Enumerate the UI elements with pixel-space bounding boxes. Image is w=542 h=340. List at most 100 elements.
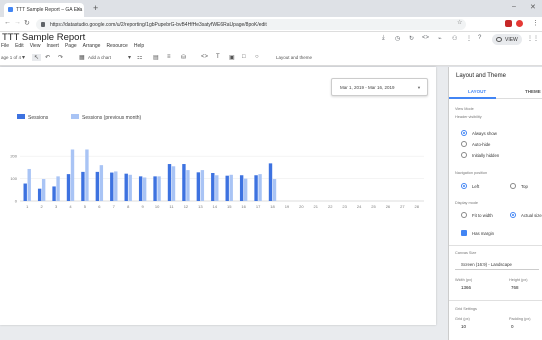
embed-icon[interactable]: <> [422, 35, 429, 41]
refresh-icon[interactable]: ↻ [409, 35, 414, 42]
x-tick-label: 5 [84, 204, 87, 209]
page-indicator[interactable]: age 1 of 4 [1, 55, 21, 60]
radio-initially-hidden[interactable] [461, 152, 467, 158]
layout-theme-button[interactable]: Layout and theme [276, 55, 312, 60]
x-tick-label: 1 [26, 204, 29, 209]
width-input[interactable]: 1366 [461, 285, 471, 290]
radio-fit-to-width[interactable] [461, 212, 467, 218]
eye-icon [496, 37, 502, 42]
bar-previous-month [142, 177, 147, 201]
url-field[interactable]: https://datastudio.google.com/u/2/report… [36, 19, 466, 30]
menu-arrange[interactable]: Arrange [83, 43, 101, 49]
browser-menu-icon[interactable]: ⋮ [532, 19, 539, 27]
view-mode-label: View Mode [455, 107, 474, 111]
x-tick-label: 10 [155, 204, 160, 209]
x-tick-label: 27 [400, 204, 405, 209]
data-control-icon[interactable]: ⛁ [181, 54, 186, 61]
profile-avatar-icon[interactable] [516, 20, 523, 27]
menu-resource[interactable]: Resource [106, 43, 127, 49]
grid-size-input[interactable]: 10 [461, 324, 466, 329]
bar-sessions [138, 176, 143, 201]
tab-theme[interactable]: THEME [525, 89, 541, 94]
select-pointer-icon[interactable]: ↖ [32, 54, 42, 61]
download-icon[interactable]: ⤓ [382, 35, 385, 42]
x-tick-label: 23 [342, 204, 347, 209]
rectangle-icon[interactable]: □ [242, 54, 246, 60]
filter-control-icon[interactable]: ≡ [167, 54, 171, 60]
share-user-icon[interactable]: ⚇ [452, 35, 457, 42]
bar-sessions [182, 164, 186, 201]
help-icon[interactable]: ? [478, 35, 481, 41]
history-icon[interactable]: ◷ [395, 35, 400, 42]
date-range-control-icon[interactable]: ▤ [153, 54, 159, 61]
report-title[interactable]: TTT Sample Report [2, 32, 85, 43]
y-tick-label: 100 [10, 176, 17, 181]
bar-previous-month [56, 176, 60, 201]
star-icon[interactable]: ☆ [457, 19, 462, 26]
menu-insert[interactable]: Insert [46, 43, 59, 49]
more-vert-icon[interactable]: ⋮ [466, 35, 472, 42]
has-margin-checkbox[interactable] [461, 230, 467, 236]
image-icon[interactable]: ▣ [229, 54, 235, 61]
forward-icon[interactable]: → [14, 19, 21, 26]
canvas-size-select[interactable]: Screen (16:9) - Landscape [455, 260, 539, 270]
sessions-bar-chart[interactable]: Sessions Sessions (previous month) 200 100 0… [0, 107, 436, 237]
add-chart-dropdown-icon[interactable]: ▾ [128, 54, 131, 61]
bar-sessions [110, 172, 114, 201]
bar-previous-month [272, 179, 277, 201]
bar-previous-month [99, 165, 104, 201]
bar-sessions [124, 173, 128, 201]
browser-tab[interactable]: TTT Sample Report – GA Exa ✕ [4, 3, 84, 17]
height-input[interactable]: 768 [511, 285, 519, 290]
height-label: Height (px) [509, 278, 528, 282]
x-tick-label: 16 [241, 204, 246, 209]
url-embed-icon[interactable]: <> [201, 54, 208, 60]
apps-grid-icon[interactable]: ⋮⋮ [527, 35, 539, 42]
page-dropdown-icon[interactable]: ▾ [22, 54, 25, 61]
active-tab-indicator [449, 97, 496, 99]
datastudio-favicon-icon [8, 7, 13, 12]
undo-icon[interactable]: ↶ [45, 54, 50, 61]
browser-tab-bar: TTT Sample Report – GA Exa ✕ + – ✕ [0, 0, 542, 17]
text-icon[interactable]: T [216, 54, 220, 60]
grid-settings-label: Grid Settings [455, 307, 477, 311]
x-tick-label: 8 [127, 204, 130, 209]
view-button-label: VIEW [505, 37, 518, 43]
bar-sessions [81, 171, 85, 201]
x-tick-label: 11 [169, 204, 174, 209]
option-auto-hide: Auto-hide [472, 142, 491, 147]
padding-input[interactable]: 0 [511, 324, 514, 329]
date-range-control[interactable]: Mar 1, 2019 - Mar 16, 2019 ▼ [331, 78, 428, 96]
radio-actual-size[interactable] [510, 212, 516, 218]
menu-page[interactable]: Page [65, 43, 77, 49]
x-tick-label: 28 [415, 204, 420, 209]
option-initially-hidden: Initially hidden [472, 153, 500, 158]
close-window-icon[interactable]: ✕ [530, 3, 536, 11]
menu-edit[interactable]: Edit [15, 43, 24, 49]
link-icon[interactable]: ⌁ [438, 35, 442, 42]
extension-icon[interactable] [505, 20, 512, 27]
bar-previous-month [243, 178, 248, 201]
panel-tabs: LAYOUT THEME [449, 85, 542, 99]
menu-view[interactable]: View [30, 43, 41, 49]
view-button[interactable]: VIEW [492, 34, 522, 45]
back-icon[interactable]: ← [4, 19, 11, 26]
radio-nav-left[interactable] [461, 183, 467, 189]
circle-icon[interactable]: ○ [255, 54, 259, 60]
redo-icon[interactable]: ↷ [58, 54, 63, 61]
add-chart-icon[interactable]: ▦ [79, 54, 85, 61]
menu-file[interactable]: File [1, 43, 9, 49]
menu-help[interactable]: Help [134, 43, 144, 49]
radio-always-show[interactable] [461, 130, 467, 136]
radio-auto-hide[interactable] [461, 141, 467, 147]
legend-label: Sessions [28, 115, 49, 121]
community-viz-icon[interactable]: ⚏ [137, 54, 142, 61]
add-chart-button[interactable]: Add a chart [88, 55, 111, 60]
reload-icon[interactable]: ↻ [24, 19, 30, 27]
tab-layout[interactable]: LAYOUT [468, 89, 486, 94]
minimize-icon[interactable]: – [512, 3, 516, 10]
new-tab-icon[interactable]: + [93, 3, 98, 13]
radio-nav-top[interactable] [510, 183, 516, 189]
close-tab-icon[interactable]: ✕ [76, 6, 81, 13]
navigation-position-label: Navigation position [455, 171, 488, 175]
